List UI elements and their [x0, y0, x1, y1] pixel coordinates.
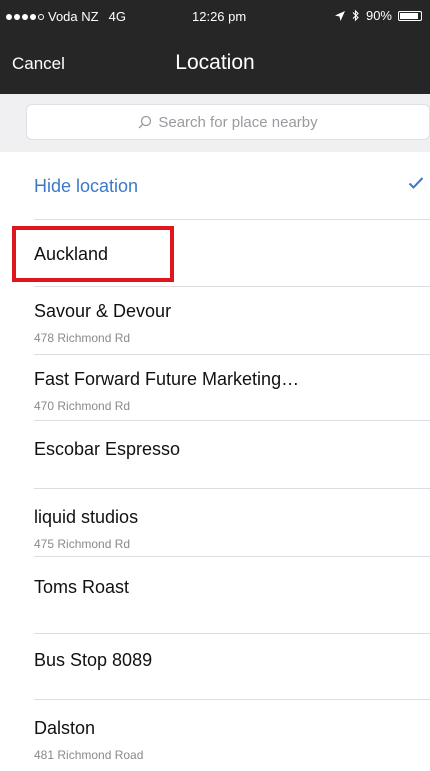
list-item[interactable]: Toms Roast [0, 557, 430, 634]
network-type: 4G [108, 9, 126, 24]
status-time: 12:26 pm [192, 9, 247, 24]
status-right: 90% [334, 8, 422, 23]
list-item[interactable]: Fast Forward Future Marketing… 470 Richm… [0, 355, 430, 421]
page-title: Location [175, 51, 255, 74]
location-arrow-icon [334, 10, 345, 21]
place-name: Dalston [34, 718, 96, 738]
place-address: 470 Richmond Rd [34, 399, 131, 413]
list-item-auckland[interactable]: Auckland [0, 220, 430, 287]
carrier-info: Voda NZ 4G [6, 9, 126, 24]
battery-icon [398, 10, 422, 21]
status-bar: Voda NZ 4G 12:26 pm 90% [0, 0, 430, 34]
bluetooth-icon [352, 9, 359, 22]
battery-level [400, 12, 418, 19]
place-address: 481 Richmond Road [34, 748, 144, 762]
place-name: Auckland [34, 244, 109, 264]
checkmark-icon [408, 177, 424, 189]
search-placeholder: Search for place nearby [158, 113, 318, 131]
place-name: liquid studios [34, 507, 139, 527]
hide-location-row[interactable]: Hide location [0, 152, 430, 220]
navigation-bar: Cancel Location [0, 34, 430, 94]
battery-percent: 90% [365, 8, 392, 23]
place-name: Bus Stop 8089 [34, 650, 153, 670]
search-input[interactable]: Search for place nearby [26, 104, 430, 140]
place-name: Savour & Devour [34, 301, 172, 321]
carrier-name: Voda NZ [48, 9, 99, 24]
list-item[interactable]: Escobar Espresso [0, 421, 430, 489]
search-icon [138, 115, 152, 129]
place-name: Toms Roast [34, 577, 130, 597]
place-name: Escobar Espresso [34, 439, 181, 459]
signal-strength-icon [6, 13, 44, 20]
hide-location-label: Hide location [34, 176, 139, 196]
list-item[interactable]: Bus Stop 8089 [0, 634, 430, 700]
list-item[interactable]: Dalston 481 Richmond Road [0, 700, 430, 771]
place-address: 475 Richmond Rd [34, 537, 131, 551]
place-address: 478 Richmond Rd [34, 331, 131, 345]
list-item[interactable]: liquid studios 475 Richmond Rd [0, 489, 430, 557]
search-bar: Search for place nearby [0, 94, 430, 152]
place-name: Fast Forward Future Marketing… [34, 369, 300, 389]
list-item[interactable]: Savour & Devour 478 Richmond Rd [0, 287, 430, 355]
